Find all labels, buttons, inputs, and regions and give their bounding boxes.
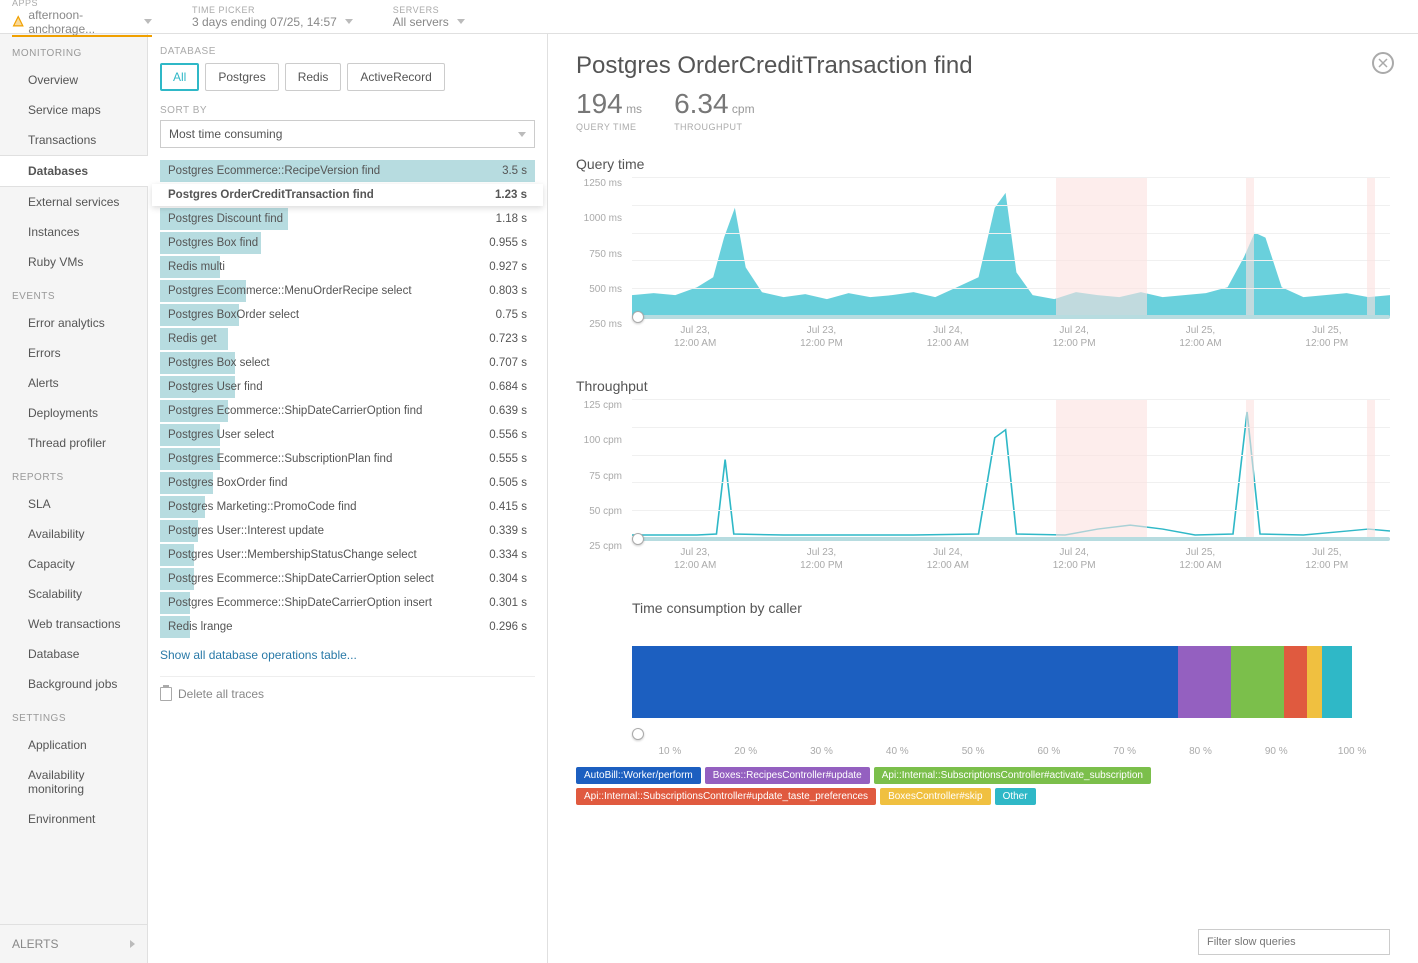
database-tabs: AllPostgresRedisActiveRecord bbox=[160, 63, 535, 91]
tab-redis[interactable]: Redis bbox=[285, 63, 342, 91]
close-icon bbox=[1378, 58, 1388, 68]
apps-picker[interactable]: APPS afternoon-anchorage... bbox=[12, 0, 152, 36]
legend-pill[interactable]: BoxesController#skip bbox=[880, 788, 991, 805]
slider-knob[interactable] bbox=[632, 728, 644, 740]
legend-pill[interactable]: Other bbox=[995, 788, 1036, 805]
database-h: DATABASE bbox=[160, 46, 535, 57]
chart-time-consumption: Time consumption by caller 10 %20 %30 %4… bbox=[576, 600, 1390, 805]
sidebar-item-ruby-vms[interactable]: Ruby VMs bbox=[0, 247, 147, 277]
query-row[interactable]: Postgres Box select0.707 s bbox=[160, 352, 535, 374]
tab-activerecord[interactable]: ActiveRecord bbox=[347, 63, 444, 91]
query-row[interactable]: Postgres OrderCreditTransaction find1.23… bbox=[152, 184, 543, 206]
sidebar-item-alerts[interactable]: Alerts bbox=[0, 368, 147, 398]
sidebar-item-error-analytics[interactable]: Error analytics bbox=[0, 308, 147, 338]
trash-icon bbox=[160, 687, 172, 701]
stacked-segment bbox=[1322, 646, 1352, 718]
stacked-segment bbox=[1284, 646, 1307, 718]
legend-pill[interactable]: AutoBill::Worker/perform bbox=[576, 767, 701, 784]
query-row[interactable]: Postgres User select0.556 s bbox=[160, 424, 535, 446]
stacked-segment bbox=[632, 646, 1178, 718]
stacked-segment bbox=[1231, 646, 1284, 718]
sidebar-item-sla[interactable]: SLA bbox=[0, 489, 147, 519]
legend-pill[interactable]: Api::Internal::SubscriptionsController#a… bbox=[874, 767, 1151, 784]
metric-query-time: 194 ms QUERY TIME bbox=[576, 88, 642, 132]
filter-slow-queries[interactable] bbox=[1198, 929, 1390, 955]
time-slider[interactable] bbox=[632, 315, 1390, 319]
chevron-down-icon bbox=[518, 132, 526, 137]
query-row[interactable]: Postgres Ecommerce::SubscriptionPlan fin… bbox=[160, 448, 535, 470]
query-row[interactable]: Postgres Discount find1.18 s bbox=[160, 208, 535, 230]
sidebar-item-availability-monitoring[interactable]: Availability monitoring bbox=[0, 760, 147, 804]
detail-panel: Postgres OrderCreditTransaction find 194… bbox=[548, 34, 1418, 963]
detail-title: Postgres OrderCreditTransaction find bbox=[576, 52, 1390, 80]
sidebar-item-background-jobs[interactable]: Background jobs bbox=[0, 669, 147, 699]
servers-picker[interactable]: SERVERS All servers bbox=[393, 5, 465, 29]
slider-knob-left[interactable] bbox=[632, 533, 644, 545]
sidebar-section-monitoring: MONITORING bbox=[0, 34, 147, 65]
sidebar: MONITORING OverviewService mapsTransacti… bbox=[0, 34, 148, 963]
delete-traces-button[interactable]: Delete all traces bbox=[160, 676, 535, 711]
sidebar-section-settings: SETTINGS bbox=[0, 699, 147, 730]
chart-query-time: Query time 250 ms500 ms750 ms1000 ms1250… bbox=[576, 156, 1390, 350]
tab-all[interactable]: All bbox=[160, 63, 199, 91]
query-list-panel: DATABASE AllPostgresRedisActiveRecord SO… bbox=[148, 34, 548, 963]
query-row[interactable]: Postgres Box find0.955 s bbox=[160, 232, 535, 254]
app-icon bbox=[12, 15, 24, 29]
sidebar-section-events: EVENTS bbox=[0, 277, 147, 308]
query-row[interactable]: Postgres BoxOrder select0.75 s bbox=[160, 304, 535, 326]
sidebar-item-deployments[interactable]: Deployments bbox=[0, 398, 147, 428]
query-row[interactable]: Postgres Ecommerce::ShipDateCarrierOptio… bbox=[160, 568, 535, 590]
sidebar-item-overview[interactable]: Overview bbox=[0, 65, 147, 95]
chart-throughput: Throughput 25 cpm50 cpm75 cpm100 cpm125 … bbox=[576, 378, 1390, 572]
sort-select[interactable]: Most time consuming bbox=[160, 120, 535, 148]
sidebar-item-database[interactable]: Database bbox=[0, 639, 147, 669]
time-slider[interactable] bbox=[632, 537, 1390, 541]
sidebar-item-databases[interactable]: Databases bbox=[0, 155, 148, 187]
query-row[interactable]: Postgres Ecommerce::RecipeVersion find3.… bbox=[160, 160, 535, 182]
legend-pill[interactable]: Api::Internal::SubscriptionsController#u… bbox=[576, 788, 876, 805]
query-row[interactable]: Postgres User::MembershipStatusChange se… bbox=[160, 544, 535, 566]
slider-knob-left[interactable] bbox=[632, 311, 644, 323]
sidebar-item-availability[interactable]: Availability bbox=[0, 519, 147, 549]
close-button[interactable] bbox=[1372, 52, 1394, 74]
show-all-link[interactable]: Show all database operations table... bbox=[160, 640, 535, 670]
query-row[interactable]: Redis lrange0.296 s bbox=[160, 616, 535, 638]
sidebar-item-environment[interactable]: Environment bbox=[0, 804, 147, 834]
query-row[interactable]: Redis get0.723 s bbox=[160, 328, 535, 350]
query-row[interactable]: Postgres BoxOrder find0.505 s bbox=[160, 472, 535, 494]
alerts-footer[interactable]: ALERTS bbox=[0, 924, 147, 963]
sidebar-item-capacity[interactable]: Capacity bbox=[0, 549, 147, 579]
query-row[interactable]: Postgres Ecommerce::ShipDateCarrierOptio… bbox=[160, 592, 535, 614]
sidebar-item-instances[interactable]: Instances bbox=[0, 217, 147, 247]
sidebar-item-application[interactable]: Application bbox=[0, 730, 147, 760]
sidebar-item-scalability[interactable]: Scalability bbox=[0, 579, 147, 609]
sort-h: SORT BY bbox=[160, 105, 535, 116]
sidebar-item-external-services[interactable]: External services bbox=[0, 187, 147, 217]
chevron-right-icon bbox=[130, 940, 135, 948]
chevron-down-icon bbox=[345, 19, 353, 24]
query-row[interactable]: Postgres User find0.684 s bbox=[160, 376, 535, 398]
metric-throughput: 6.34 cpm THROUGHPUT bbox=[674, 88, 755, 132]
topbar: APPS afternoon-anchorage... TIME PICKER … bbox=[0, 0, 1418, 34]
query-row[interactable]: Postgres Ecommerce::MenuOrderRecipe sele… bbox=[160, 280, 535, 302]
sidebar-item-web-transactions[interactable]: Web transactions bbox=[0, 609, 147, 639]
sidebar-item-transactions[interactable]: Transactions bbox=[0, 125, 147, 155]
sidebar-item-thread-profiler[interactable]: Thread profiler bbox=[0, 428, 147, 458]
stacked-segment bbox=[1178, 646, 1231, 718]
time-picker[interactable]: TIME PICKER 3 days ending 07/25, 14:57 bbox=[192, 5, 353, 29]
sidebar-section-reports: REPORTS bbox=[0, 458, 147, 489]
query-row[interactable]: Postgres Ecommerce::ShipDateCarrierOptio… bbox=[160, 400, 535, 422]
query-row[interactable]: Postgres User::Interest update0.339 s bbox=[160, 520, 535, 542]
chevron-down-icon bbox=[457, 19, 465, 24]
chevron-down-icon bbox=[144, 19, 152, 24]
query-row[interactable]: Postgres Marketing::PromoCode find0.415 … bbox=[160, 496, 535, 518]
query-row[interactable]: Redis multi0.927 s bbox=[160, 256, 535, 278]
legend-pill[interactable]: Boxes::RecipesController#update bbox=[705, 767, 870, 784]
sidebar-item-service-maps[interactable]: Service maps bbox=[0, 95, 147, 125]
tab-postgres[interactable]: Postgres bbox=[205, 63, 278, 91]
stacked-segment bbox=[1307, 646, 1322, 718]
sidebar-item-errors[interactable]: Errors bbox=[0, 338, 147, 368]
